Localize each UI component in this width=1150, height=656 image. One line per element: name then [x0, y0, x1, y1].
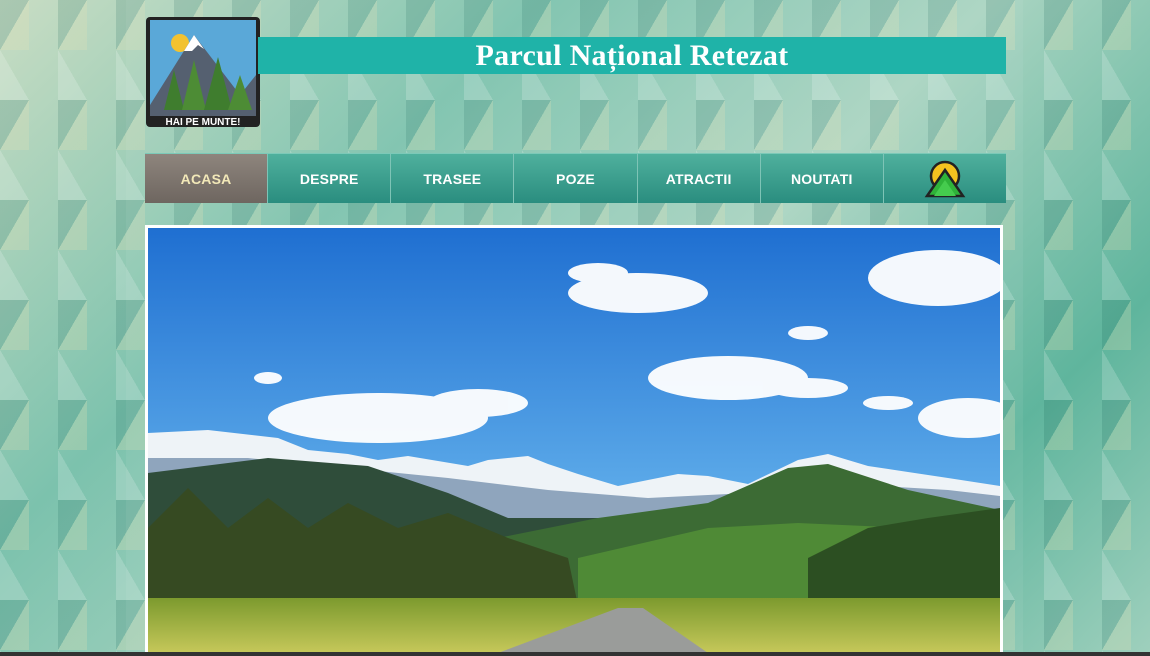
nav-item-icon[interactable]	[884, 154, 1006, 203]
nav-item-atractii[interactable]: ATRACTII	[638, 154, 761, 203]
mountain-landscape-image	[148, 228, 1000, 653]
main-nav: ACASA DESPRE TRASEE POZE ATRACTII NOUTAT…	[145, 153, 1006, 203]
nav-item-trasee[interactable]: TRASEE	[391, 154, 515, 203]
nav-item-acasa[interactable]: ACASA	[145, 154, 269, 203]
site-logo[interactable]: HAI PE MUNTE!	[144, 15, 262, 129]
logo-text: HAI PE MUNTE!	[166, 117, 241, 128]
mountain-sun-icon	[924, 160, 966, 197]
nav-item-despre[interactable]: DESPRE	[268, 154, 392, 203]
title-banner: Parcul Național Retezat	[258, 37, 1006, 74]
bottom-edge	[0, 652, 1150, 656]
nav-item-noutati[interactable]: NOUTATI	[761, 154, 884, 203]
nav-item-poze[interactable]: POZE	[514, 154, 638, 203]
page-title: Parcul Național Retezat	[475, 38, 789, 72]
hero-image	[145, 225, 1003, 656]
